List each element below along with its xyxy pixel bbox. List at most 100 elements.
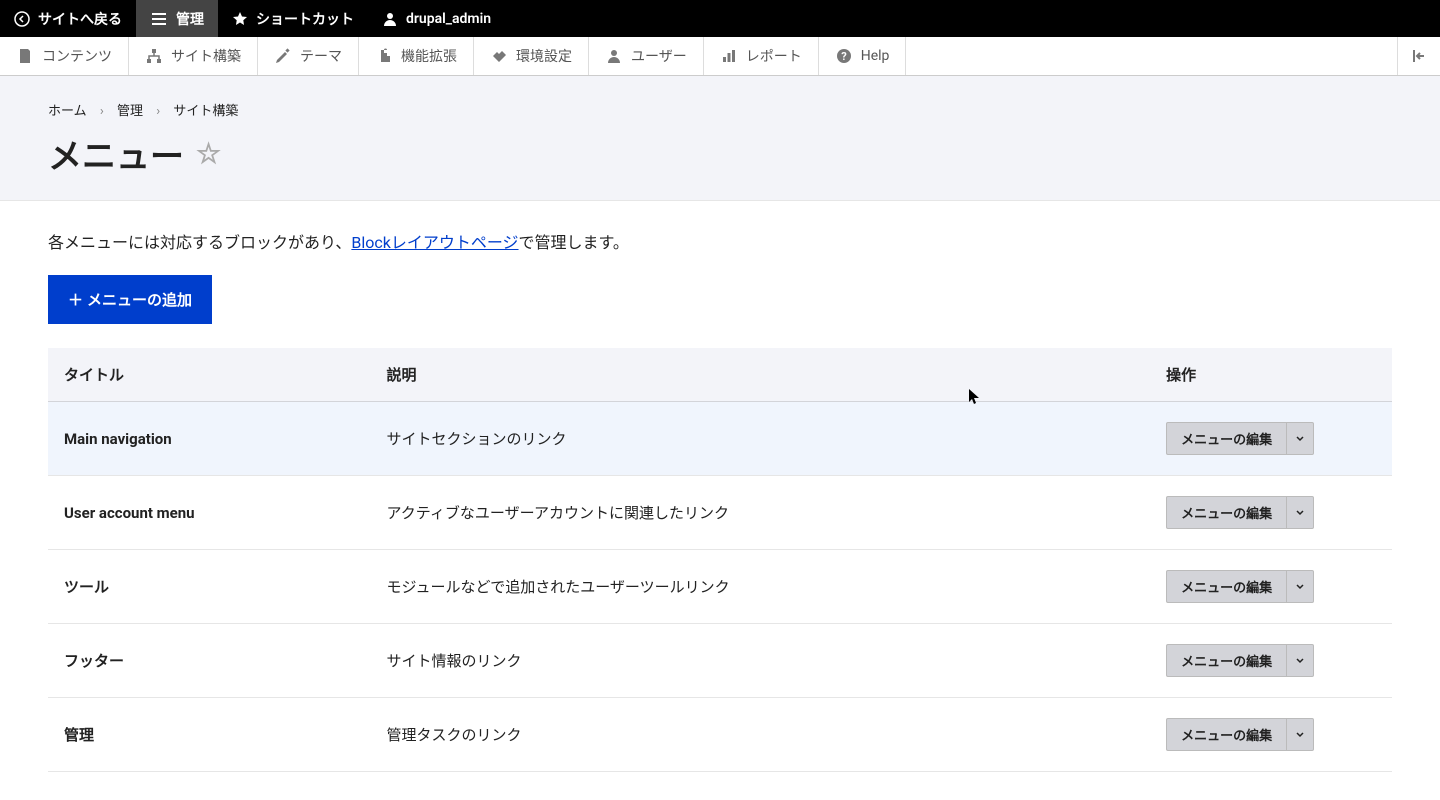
people-icon	[605, 47, 623, 65]
breadcrumb: ホーム › 管理 › サイト構築	[48, 100, 1392, 119]
edit-menu-button[interactable]: メニューの編集	[1166, 644, 1286, 677]
cell-title: フッター	[48, 624, 371, 698]
nav-appearance[interactable]: テーマ	[258, 37, 359, 75]
chevron-down-icon	[1295, 656, 1305, 666]
intro-after: で管理します。	[519, 233, 629, 252]
dropbutton-toggle[interactable]	[1286, 422, 1314, 455]
breadcrumb-admin[interactable]: 管理	[117, 104, 143, 119]
user-label: drupal_admin	[406, 11, 491, 27]
edit-menu-button[interactable]: メニューの編集	[1166, 718, 1286, 751]
nav-content[interactable]: コンテンツ	[0, 37, 129, 75]
dropbutton-toggle[interactable]	[1286, 570, 1314, 603]
cell-description: サイト情報のリンク	[371, 624, 1151, 698]
svg-text:?: ?	[841, 50, 847, 63]
cell-description: モジュールなどで追加されたユーザーツールリンク	[371, 550, 1151, 624]
intro-text: 各メニューには対応するブロックがあり、Blockレイアウトページで管理します。	[48, 229, 1392, 253]
cell-description: サイトセクションのリンク	[371, 402, 1151, 476]
dropbutton: メニューの編集	[1166, 570, 1314, 603]
star-icon	[232, 11, 248, 27]
dropbutton-toggle[interactable]	[1286, 718, 1314, 751]
cell-title: User account menu	[48, 476, 371, 550]
dropbutton: メニューの編集	[1166, 496, 1314, 529]
dropbutton-toggle[interactable]	[1286, 496, 1314, 529]
nav-extend[interactable]: 機能拡張	[359, 37, 474, 75]
cell-operations: メニューの編集	[1150, 402, 1392, 476]
nav-extend-label: 機能拡張	[401, 46, 457, 66]
edit-menu-button[interactable]: メニューの編集	[1166, 570, 1286, 603]
nav-appearance-label: テーマ	[300, 46, 342, 66]
menu-icon	[150, 10, 168, 28]
structure-icon	[145, 47, 163, 65]
nav-reports[interactable]: レポート	[704, 37, 819, 75]
edit-menu-button[interactable]: メニューの編集	[1166, 496, 1286, 529]
cell-description: アクティブなユーザーアカウントに関連したリンク	[371, 476, 1151, 550]
page-title-text: メニュー	[48, 129, 184, 178]
block-layout-link[interactable]: Blockレイアウトページ	[351, 233, 518, 252]
chevron-down-icon	[1295, 730, 1305, 740]
nav-content-label: コンテンツ	[42, 46, 112, 66]
shortcut-star-icon[interactable]: ☆	[196, 137, 221, 170]
nav-help-label: Help	[861, 48, 890, 64]
plus-icon: ＋	[68, 289, 83, 310]
help-icon: ?	[835, 47, 853, 65]
content-icon	[16, 47, 34, 65]
breadcrumb-sep: ›	[100, 104, 104, 119]
dropbutton: メニューの編集	[1166, 422, 1314, 455]
nav-configuration-label: 環境設定	[516, 46, 572, 66]
table-row: 管理管理タスクのリンクメニューの編集	[48, 698, 1392, 772]
page-title: メニュー ☆	[48, 129, 1392, 178]
back-icon	[14, 11, 30, 27]
nav-help[interactable]: ? Help	[819, 37, 907, 75]
nav-people[interactable]: ユーザー	[589, 37, 704, 75]
breadcrumb-home[interactable]: ホーム	[48, 104, 87, 119]
collapse-icon	[1410, 47, 1428, 65]
user-toggle[interactable]: drupal_admin	[368, 0, 505, 37]
menu-table: タイトル 説明 操作 Main navigationサイトセクションのリンクメニ…	[48, 348, 1392, 772]
back-to-site-label: サイトへ戻る	[38, 9, 122, 29]
nav-structure[interactable]: サイト構築	[129, 37, 258, 75]
nav-configuration[interactable]: 環境設定	[474, 37, 589, 75]
cell-title: ツール	[48, 550, 371, 624]
nav-people-label: ユーザー	[631, 46, 687, 66]
th-operations: 操作	[1150, 348, 1392, 402]
cell-operations: メニューの編集	[1150, 624, 1392, 698]
cell-title: 管理	[48, 698, 371, 772]
chevron-down-icon	[1295, 434, 1305, 444]
dropbutton-toggle[interactable]	[1286, 644, 1314, 677]
appearance-icon	[274, 47, 292, 65]
user-icon	[382, 11, 398, 27]
cell-operations: メニューの編集	[1150, 698, 1392, 772]
intro-before: 各メニューには対応するブロックがあり、	[48, 233, 351, 252]
back-to-site[interactable]: サイトへ戻る	[0, 0, 136, 37]
edit-menu-button[interactable]: メニューの編集	[1166, 422, 1286, 455]
cell-description: 管理タスクのリンク	[371, 698, 1151, 772]
table-row: Main navigationサイトセクションのリンクメニューの編集	[48, 402, 1392, 476]
toolbar-collapse[interactable]	[1397, 37, 1440, 75]
breadcrumb-sep: ›	[156, 104, 160, 119]
dropbutton: メニューの編集	[1166, 718, 1314, 751]
breadcrumb-structure[interactable]: サイト構築	[173, 104, 238, 119]
shortcuts-label: ショートカット	[256, 9, 354, 29]
table-row: User account menuアクティブなユーザーアカウントに関連したリンク…	[48, 476, 1392, 550]
manage-label: 管理	[176, 9, 204, 29]
content: 各メニューには対応するブロックがあり、Blockレイアウトページで管理します。 …	[0, 201, 1440, 800]
reports-icon	[720, 47, 738, 65]
toolbar-top: サイトへ戻る 管理 ショートカット drupal_admin	[0, 0, 1440, 37]
chevron-down-icon	[1295, 508, 1305, 518]
region-header: ホーム › 管理 › サイト構築 メニュー ☆	[0, 76, 1440, 201]
nav-structure-label: サイト構築	[171, 46, 241, 66]
config-icon	[490, 47, 508, 65]
table-row: フッターサイト情報のリンクメニューの編集	[48, 624, 1392, 698]
cell-title: Main navigation	[48, 402, 371, 476]
shortcuts-toggle[interactable]: ショートカット	[218, 0, 368, 37]
nav-reports-label: レポート	[746, 46, 802, 66]
toolbar-admin: コンテンツ サイト構築 テーマ 機能拡張 環境設定 ユーザー レポート	[0, 37, 1440, 76]
extend-icon	[375, 47, 393, 65]
dropbutton: メニューの編集	[1166, 644, 1314, 677]
th-description: 説明	[371, 348, 1151, 402]
table-row: ツールモジュールなどで追加されたユーザーツールリンクメニューの編集	[48, 550, 1392, 624]
add-menu-button[interactable]: ＋メニューの追加	[48, 275, 212, 324]
menu-table-wrap: タイトル 説明 操作 Main navigationサイトセクションのリンクメニ…	[48, 348, 1392, 772]
add-menu-label: メニューの追加	[87, 289, 192, 310]
manage-toggle[interactable]: 管理	[136, 0, 218, 37]
